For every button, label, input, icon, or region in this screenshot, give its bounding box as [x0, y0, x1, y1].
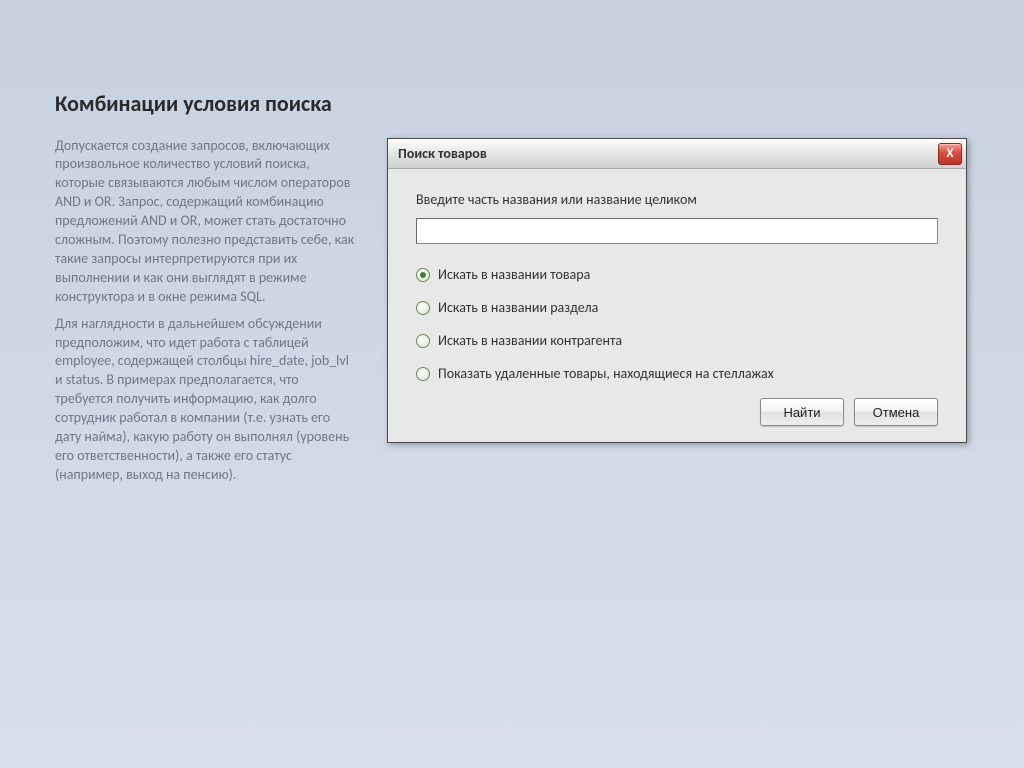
radio-row-search-product[interactable]: Искать в названии товара [416, 266, 938, 283]
dialog-title: Поиск товаров [398, 145, 487, 162]
radio-label: Искать в названии товара [438, 266, 590, 283]
radio-label: Искать в названии раздела [438, 299, 598, 316]
find-button[interactable]: Найти [760, 398, 844, 426]
radio-icon [416, 367, 430, 381]
paragraph-1: Допускается создание запросов, включающи… [55, 137, 355, 307]
search-input[interactable] [416, 218, 938, 244]
slide-heading: Комбинации условия поиска [55, 90, 355, 119]
slide: Комбинации условия поиска Допускается со… [0, 0, 1024, 543]
radio-icon [416, 268, 430, 282]
close-icon: X [946, 146, 953, 161]
button-row: Найти Отмена [416, 398, 938, 426]
radio-row-search-section[interactable]: Искать в названии раздела [416, 299, 938, 316]
radio-icon [416, 301, 430, 315]
radio-label: Показать удаленные товары, находящиеся н… [438, 365, 774, 382]
radio-row-show-deleted[interactable]: Показать удаленные товары, находящиеся н… [416, 365, 938, 382]
dialog-titlebar[interactable]: Поиск товаров X [388, 139, 966, 169]
cancel-button[interactable]: Отмена [854, 398, 938, 426]
radio-icon [416, 334, 430, 348]
paragraph-2: Для наглядности в дальнейшем обсуждении … [55, 315, 355, 485]
text-column: Комбинации условия поиска Допускается со… [55, 90, 355, 493]
input-prompt: Введите часть названия или название цели… [416, 191, 938, 208]
dialog-body: Введите часть названия или название цели… [388, 169, 966, 442]
close-button[interactable]: X [938, 143, 962, 165]
radio-row-search-counterparty[interactable]: Искать в названии контрагента [416, 332, 938, 349]
search-dialog: Поиск товаров X Введите часть названия и… [387, 138, 967, 443]
radio-group: Искать в названии товара Искать в назван… [416, 266, 938, 382]
radio-label: Искать в названии контрагента [438, 332, 622, 349]
dialog-column: Поиск товаров X Введите часть названия и… [387, 90, 974, 493]
